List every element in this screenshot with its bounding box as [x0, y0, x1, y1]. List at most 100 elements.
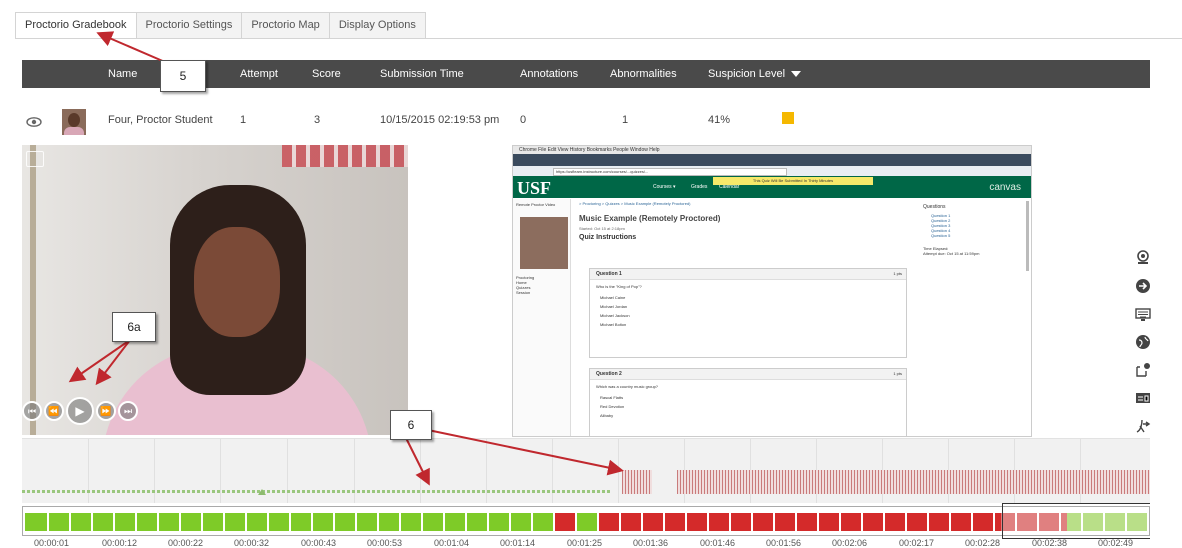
suspicion-level-label: Suspicion Level [708, 68, 786, 80]
timeline-event-cluster[interactable] [677, 470, 1150, 494]
strip-block-divider [443, 513, 445, 531]
display-icon[interactable] [1133, 388, 1153, 408]
strip-block-divider [795, 513, 797, 531]
clipboard-icon[interactable] [1133, 360, 1153, 380]
tick-label: 00:00:32 [234, 538, 270, 548]
strip-block-divider [91, 513, 93, 531]
tick-label: 00:02:49 [1098, 538, 1134, 548]
strip-block-divider [245, 513, 247, 531]
column-score[interactable]: Score [312, 60, 341, 88]
strip-block-divider [201, 513, 203, 531]
strip-block-divider [377, 513, 379, 531]
strip-block-divider [47, 513, 49, 531]
segment-abnormal [597, 513, 1001, 531]
eye-icon[interactable] [26, 114, 42, 130]
timeline-gridline [287, 439, 288, 503]
strip-block-divider [113, 513, 115, 531]
webcam-video[interactable]: ⏮ ⏪ ▶ ⏩ ⏭ [22, 145, 408, 435]
timeline-marker[interactable] [258, 489, 266, 495]
webcam-icon[interactable] [1133, 248, 1153, 268]
sc-q1-pts: 1 pts [893, 271, 902, 276]
tick-label: 00:01:46 [700, 538, 736, 548]
strip-block-divider [641, 513, 643, 531]
timeline-gridline [88, 439, 89, 503]
tab-proctorio-gradebook[interactable]: Proctorio Gradebook [15, 12, 137, 39]
sc-question-link: Question 5 [931, 233, 951, 238]
tick-label: 00:00:12 [102, 538, 138, 548]
strip-block-divider [883, 513, 885, 531]
sort-caret-icon [791, 71, 802, 78]
strip-block-divider [949, 513, 951, 531]
sc-q1-option: Michael Jordan [600, 304, 628, 309]
keyboard-icon[interactable] [1133, 304, 1153, 324]
video-door-frame [30, 145, 36, 435]
table-row[interactable]: Four, Proctor Student 1 3 10/15/2015 02:… [22, 102, 1150, 142]
tick-label: 00:00:22 [168, 538, 204, 548]
login-icon[interactable] [1133, 276, 1153, 296]
sc-quiz-title: Music Example (Remotely Proctored) [579, 214, 721, 223]
rewind-start-icon[interactable]: ⏮ [22, 401, 42, 421]
suspicion-strip[interactable] [22, 506, 1150, 536]
sc-menubar: Chrome File Edit View History Bookmarks … [513, 146, 1031, 154]
column-suspicion-level[interactable]: Suspicion Level [708, 60, 802, 88]
play-icon[interactable]: ▶ [66, 397, 94, 425]
tick-label: 00:02:38 [1032, 538, 1068, 548]
tick-label: 00:01:04 [434, 538, 470, 548]
strip-block-divider [971, 513, 973, 531]
right-toolbar [1133, 248, 1153, 444]
popout-icon[interactable] [26, 151, 44, 167]
sc-side-title: Remote Proctor Video [516, 202, 556, 207]
segment-normal [575, 513, 597, 531]
strip-block-divider [289, 513, 291, 531]
skip-end-icon[interactable]: ⏭ [118, 401, 138, 421]
tick-label: 00:02:17 [899, 538, 935, 548]
activity-timeline[interactable] [22, 438, 1150, 503]
column-annotations[interactable]: Annotations [520, 60, 578, 88]
strip-block-divider [223, 513, 225, 531]
selection-window[interactable] [1002, 503, 1150, 539]
sc-breadcrumb: > Proctoring > Quizzes > Music Example (… [579, 201, 691, 206]
segment-abnormal [553, 513, 575, 531]
submission-time-value: 10/15/2015 02:19:53 pm [380, 114, 500, 126]
strip-block-divider [399, 513, 401, 531]
strip-block-divider [707, 513, 709, 531]
sc-q1-text: Who is the "King of Pop"? [596, 284, 642, 289]
column-abnormalities[interactable]: Abnormalities [610, 60, 677, 88]
tab-proctorio-map[interactable]: Proctorio Map [241, 12, 330, 38]
sc-proctor-video-thumb [520, 217, 568, 269]
tick-label: 00:02:06 [832, 538, 868, 548]
video-controls: ⏮ ⏪ ▶ ⏩ ⏭ [22, 395, 138, 427]
tick-label: 00:00:43 [301, 538, 337, 548]
strip-block-divider [333, 513, 335, 531]
timeline-gridline [154, 439, 155, 503]
strip-block-divider [773, 513, 775, 531]
sc-question-2: Question 2 1 pts Which was a country musi… [589, 368, 907, 436]
sc-started: Started: Oct 15 at 2:18pm [579, 226, 625, 231]
tab-display-options[interactable]: Display Options [328, 12, 426, 38]
student-name: Four, Proctor Student [108, 114, 213, 126]
column-attempt[interactable]: Attempt [240, 60, 278, 88]
strip-block-divider [531, 513, 533, 531]
tick-label: 00:01:25 [567, 538, 603, 548]
sc-questions-title: Questions [923, 204, 946, 210]
step-back-icon[interactable]: ⏪ [44, 401, 64, 421]
sc-question-1: Question 1 1 pts Who is the "King of Pop"… [589, 268, 907, 358]
timeline-gridline [552, 439, 553, 503]
sc-q1-option: Michael Caine [600, 295, 626, 300]
strip-block-divider [597, 513, 599, 531]
timeline-event-cluster[interactable] [622, 470, 652, 494]
strip-block-divider [465, 513, 467, 531]
strip-block-divider [179, 513, 181, 531]
download-icon[interactable] [1133, 416, 1153, 436]
timeline-gridline [618, 439, 619, 503]
step-forward-icon[interactable]: ⏩ [96, 401, 116, 421]
column-name[interactable]: Name [108, 60, 137, 88]
globe-icon[interactable] [1133, 332, 1153, 352]
tick-label: 00:01:14 [500, 538, 536, 548]
tab-proctorio-settings[interactable]: Proctorio Settings [135, 12, 243, 38]
screen-capture[interactable]: Chrome File Edit View History Bookmarks … [512, 145, 1032, 437]
strip-block-divider [817, 513, 819, 531]
strip-block-divider [685, 513, 687, 531]
column-submission-time[interactable]: Submission Time [380, 60, 464, 88]
callout-6a: 6a [112, 312, 156, 342]
